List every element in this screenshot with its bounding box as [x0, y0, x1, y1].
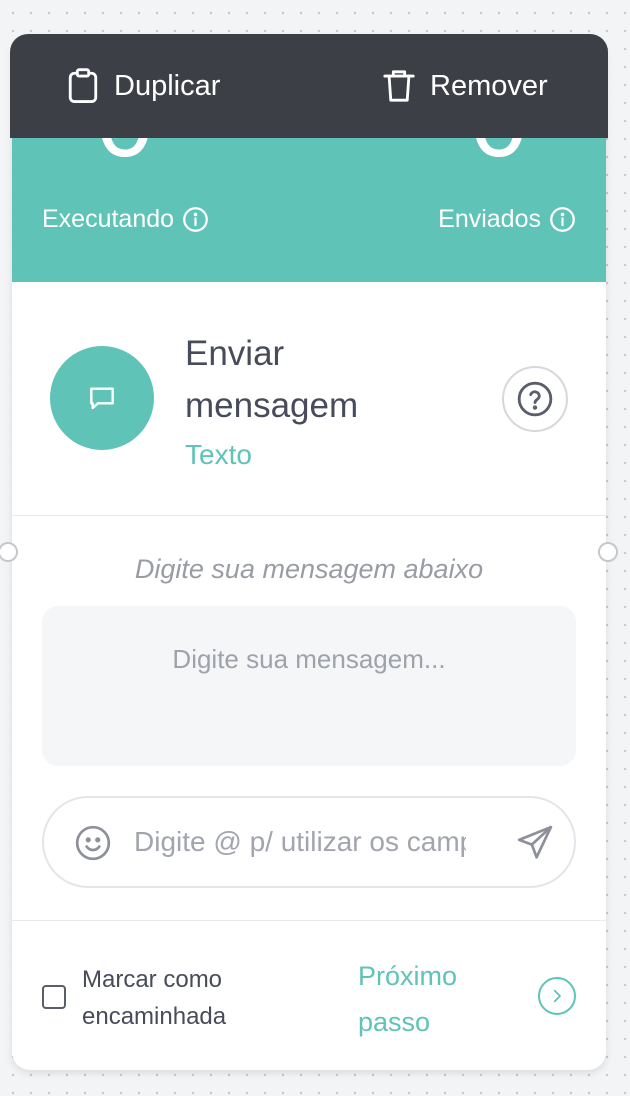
action-avatar — [50, 346, 154, 450]
node-title: Enviar mensagem — [185, 334, 359, 425]
duplicate-button[interactable]: Duplicar — [66, 34, 220, 138]
node-header: Enviar mensagem Texto — [12, 282, 606, 516]
send-icon[interactable] — [516, 824, 554, 862]
info-icon[interactable] — [549, 206, 576, 233]
forward-checkbox-label[interactable]: Marcar como encaminhada — [82, 961, 272, 1035]
executing-stat: Executando — [42, 204, 209, 234]
node-footer: Marcar como encaminhada Próximo passo — [12, 920, 606, 1070]
node-subtitle: Texto — [185, 439, 252, 470]
sent-stat: Enviados — [438, 204, 576, 234]
remove-label: Remover — [430, 69, 548, 102]
message-textarea[interactable] — [42, 606, 576, 766]
output-connector-handle[interactable] — [598, 542, 618, 562]
chevron-right-icon — [553, 989, 561, 1003]
executing-label: Executando — [42, 205, 175, 233]
next-step-label[interactable]: Próximo passo — [358, 953, 498, 1045]
trash-icon — [383, 70, 415, 102]
variable-input[interactable] — [134, 820, 466, 864]
next-step-button[interactable] — [538, 977, 576, 1015]
forward-checkbox[interactable] — [42, 985, 66, 1009]
duplicate-label: Duplicar — [114, 69, 221, 102]
help-button[interactable] — [502, 366, 568, 432]
message-hint: Digite sua mensagem abaixo — [134, 554, 484, 584]
info-icon[interactable] — [182, 206, 209, 233]
emoji-icon[interactable] — [74, 824, 112, 862]
send-message-node: 0 0 Executando Enviados Enviar men — [12, 36, 606, 1070]
remove-button[interactable]: Remover — [382, 34, 548, 138]
clipboard-icon — [68, 68, 98, 103]
sent-label: Enviados — [438, 205, 541, 233]
chat-bubble-icon — [90, 387, 114, 410]
variable-composer — [42, 796, 576, 888]
question-icon — [517, 381, 553, 417]
node-toolbar: Duplicar Remover — [10, 34, 608, 138]
